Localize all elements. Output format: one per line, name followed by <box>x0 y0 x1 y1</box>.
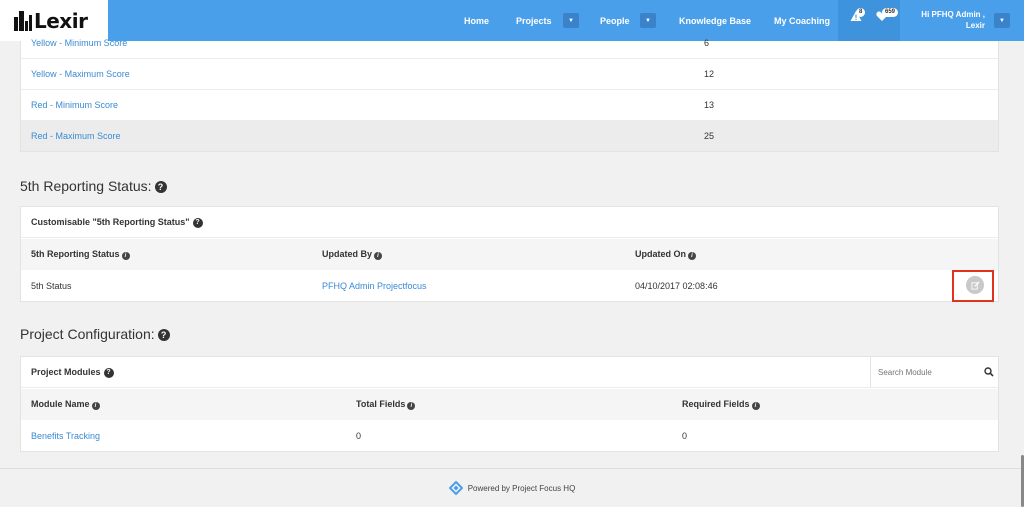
score-label[interactable]: Red - Minimum Score <box>31 100 118 110</box>
panel-header: Project Modules? <box>21 357 998 388</box>
table-row: Yellow - Maximum Score 12 <box>21 58 998 89</box>
search-icon[interactable] <box>984 367 994 377</box>
section-title-text: Project Configuration: <box>20 326 155 342</box>
column-header-text: Updated On <box>635 249 686 259</box>
score-table: Yellow - Minimum Score 6 Yellow - Maximu… <box>20 38 999 152</box>
table-row: 5th Status PFHQ Admin Projectfocus 04/10… <box>21 270 998 301</box>
footer: Powered by Project Focus HQ <box>0 468 1024 507</box>
panel-title: Project Modules? <box>31 367 114 378</box>
info-icon[interactable]: i <box>91 402 100 410</box>
info-icon[interactable]: i <box>407 402 416 410</box>
column-header: Required Fields i <box>682 399 760 410</box>
score-label[interactable]: Red - Maximum Score <box>31 131 121 141</box>
score-label[interactable]: Yellow - Minimum Score <box>31 38 127 48</box>
help-icon[interactable]: ? <box>192 217 203 228</box>
user-chevron-down-icon[interactable]: ▼ <box>994 13 1010 28</box>
user-greeting-line1: Hi PFHQ Admin , <box>921 10 985 19</box>
score-value: 13 <box>704 100 715 110</box>
diamond-logo-icon <box>448 481 463 495</box>
section-title-project-config: Project Configuration:? <box>20 326 170 342</box>
search-input[interactable] <box>878 362 978 382</box>
total-fields: 0 <box>356 430 362 441</box>
section-title-reporting: 5th Reporting Status:? <box>20 178 167 194</box>
table-row: Red - Minimum Score 13 <box>21 89 998 120</box>
column-header-text: Module Name <box>31 399 90 409</box>
likes-button[interactable]: 659 <box>876 8 899 25</box>
help-icon[interactable]: ? <box>154 181 167 193</box>
updated-by-link[interactable]: PFHQ Admin Projectfocus <box>322 281 427 291</box>
panel-title-text: Project Modules <box>31 366 101 377</box>
score-value: 6 <box>704 37 710 48</box>
score-value: 12 <box>704 69 715 79</box>
column-header: Module Name i <box>31 399 100 410</box>
column-header: Updated By i <box>322 249 383 260</box>
project-modules-panel: Project Modules? Module Namei Total Fiel… <box>20 356 999 452</box>
column-header: 5th Reporting Status i <box>31 249 130 260</box>
column-header-text: Total Fields <box>356 399 406 409</box>
alerts-button[interactable]: 8 <box>850 8 866 25</box>
info-icon[interactable]: i <box>688 252 696 260</box>
column-header-text: Updated By <box>322 249 373 259</box>
panel-title: Customisable "5th Reporting Status"? <box>31 217 203 228</box>
status-name: 5th Status <box>31 280 72 291</box>
info-icon[interactable]: i <box>751 402 760 410</box>
score-label[interactable]: Yellow - Maximum Score <box>31 69 130 79</box>
reporting-status-panel: Customisable "5th Reporting Status"? 5th… <box>20 206 999 302</box>
panel-header: Customisable "5th Reporting Status"? <box>21 207 998 238</box>
table-row: Benefits Tracking 0 0 <box>21 420 998 451</box>
projects-caret-down-icon[interactable]: ▼ <box>563 13 579 28</box>
people-caret-down-icon[interactable]: ▼ <box>640 13 656 28</box>
info-icon[interactable]: i <box>121 252 130 260</box>
score-value: 25 <box>704 130 715 141</box>
table-row: Yellow - Minimum Score 6 <box>21 27 998 58</box>
updated-on: 04/10/2017 02:08:46 <box>635 280 718 291</box>
panel-title-text: Customisable "5th Reporting Status" <box>31 216 190 227</box>
module-name-link[interactable]: Benefits Tracking <box>31 431 100 441</box>
info-icon[interactable]: i <box>374 252 383 260</box>
help-icon[interactable]: ? <box>157 329 170 341</box>
column-header: Total Fields i <box>356 399 416 410</box>
table-header-row: 5th Reporting Status i Updated By i Update… <box>21 239 998 270</box>
column-header: Updated On i <box>635 249 696 260</box>
likes-count-badge: 659 <box>882 8 899 17</box>
section-title-text: 5th Reporting Status: <box>20 178 152 194</box>
table-row: Red - Maximum Score 25 <box>21 120 998 151</box>
edit-button[interactable] <box>966 276 984 294</box>
column-header-text: 5th Reporting Status <box>31 249 120 259</box>
required-fields: 0 <box>682 430 688 441</box>
help-icon[interactable]: ? <box>103 367 114 378</box>
module-search <box>870 357 998 387</box>
table-header-row: Module Name i Total Fields i Required Fiel… <box>21 389 998 420</box>
footer-text[interactable]: Powered by Project Focus HQ <box>468 484 576 493</box>
edit-icon <box>970 280 980 290</box>
column-header-text: Required Fields <box>682 399 750 409</box>
